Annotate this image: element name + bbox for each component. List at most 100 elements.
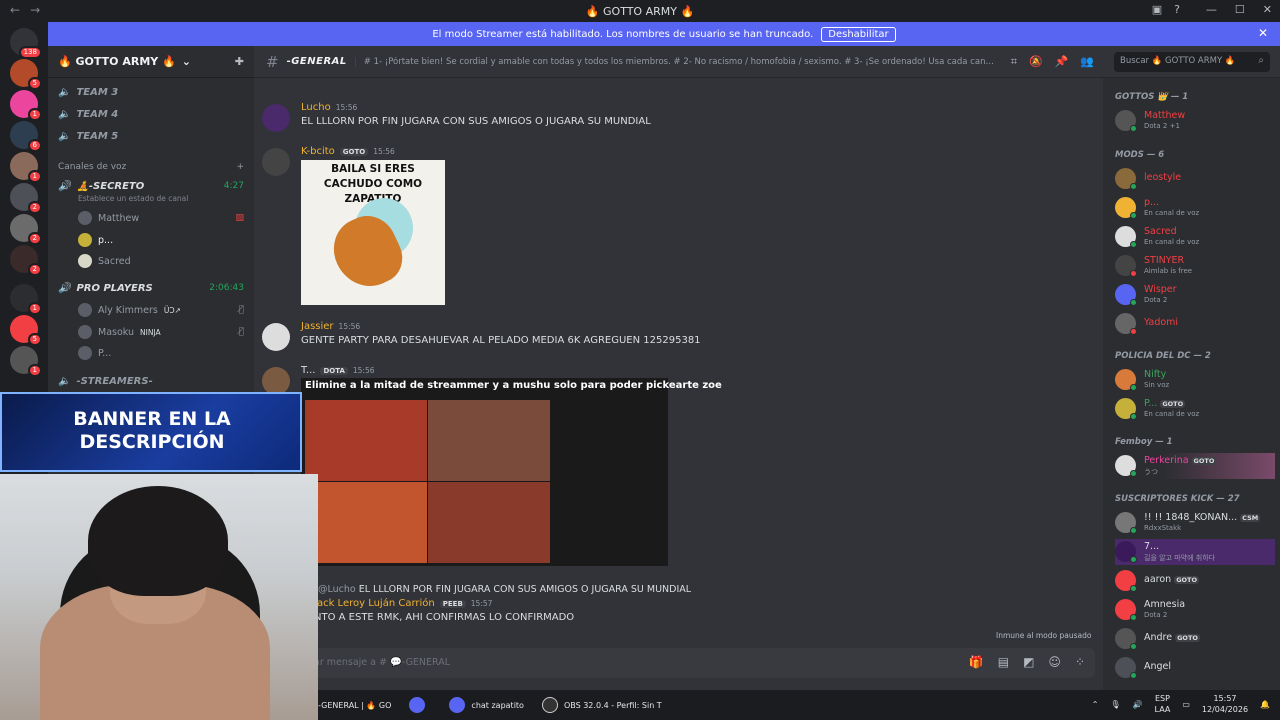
member-item[interactable]: Matthew Dota 2 +1 bbox=[1115, 108, 1275, 134]
message-text: NTO A ESTE RMK, AHI CONFIRMAS LO CONFIRM… bbox=[314, 612, 575, 623]
channel-status-hint[interactable]: Establece un estado de canal bbox=[78, 194, 188, 203]
close-window-button[interactable]: ✕ bbox=[1263, 3, 1272, 16]
voice-user[interactable]: p... bbox=[78, 231, 244, 249]
member-item[interactable]: Sacred En canal de voz bbox=[1115, 224, 1275, 250]
server-icon[interactable]: 1 bbox=[10, 284, 42, 315]
channel-pro-players[interactable]: 🔊 PRO PLAYERS 2:06:43 bbox=[58, 278, 244, 298]
member-item[interactable]: Nifty Sin voz bbox=[1115, 367, 1275, 393]
server-icon[interactable]: 2 bbox=[10, 214, 42, 245]
message-author[interactable]: Lucho bbox=[301, 102, 331, 113]
member-item[interactable]: Yadomi bbox=[1115, 311, 1275, 337]
clock[interactable]: 15:57 12/04/2026 bbox=[1202, 693, 1248, 715]
gift-icon[interactable]: 🎁 bbox=[969, 655, 984, 669]
server-icon[interactable]: 1 bbox=[10, 152, 42, 183]
status-dot bbox=[1130, 212, 1137, 219]
back-arrow-icon[interactable]: ← bbox=[10, 3, 20, 17]
server-icon[interactable]: 5 bbox=[10, 59, 42, 90]
minimize-button[interactable]: — bbox=[1206, 3, 1217, 16]
streamer-mode-message: El modo Streamer está habilitado. Los no… bbox=[432, 28, 814, 40]
avatar[interactable] bbox=[262, 367, 290, 395]
channel-streamers[interactable]: 🔈 -STREAMERS- bbox=[58, 371, 244, 391]
member-item[interactable]: Andre GOTO bbox=[1115, 626, 1275, 652]
message-author[interactable]: T... bbox=[301, 365, 315, 376]
channel-topic[interactable]: # 1- ¡Pórtate bien! Se cordial y amable … bbox=[354, 56, 995, 67]
home-button[interactable]: 138 bbox=[10, 28, 42, 59]
help-icon[interactable]: ? bbox=[1174, 3, 1180, 16]
forward-arrow-icon[interactable]: → bbox=[30, 3, 40, 17]
member-item[interactable]: !! !! 1848_KONAN... CSM RdxxStakk bbox=[1115, 510, 1275, 536]
close-icon[interactable]: ✕ bbox=[1258, 26, 1268, 40]
channel-secreto[interactable]: 🔊 🧘-SECRETO 4:27 bbox=[58, 176, 244, 196]
status-dot bbox=[1130, 470, 1137, 477]
taskbar-item-chat[interactable]: chat zapatito bbox=[449, 697, 524, 713]
pause-note: Inmune al modo pausado bbox=[996, 631, 1092, 640]
server-icon[interactable]: 2 bbox=[10, 245, 42, 276]
taskbar-item-discord[interactable]: -GENERAL | 🔥 GO bbox=[318, 701, 391, 710]
member-item[interactable]: Perkerina GOTO うつ bbox=[1115, 453, 1275, 479]
member-item[interactable]: P... GOTO En canal de voz bbox=[1115, 396, 1275, 422]
member-item[interactable]: 7... 길을 알고 마약에 취하다 bbox=[1115, 539, 1275, 565]
member-status: Dota 2 +1 bbox=[1144, 122, 1180, 130]
taskbar-label: -GENERAL | 🔥 GO bbox=[318, 700, 392, 710]
guild-header[interactable]: 🔥 GOTTO ARMY 🔥 ⌄ ✚ bbox=[48, 46, 254, 78]
voice-user[interactable]: Masoku NINJA 🎙̸ bbox=[78, 323, 244, 341]
image-attachment[interactable]: BAILA SI ERES CACHUDO COMO ZAPATITO bbox=[301, 160, 445, 305]
server-icon[interactable]: 2 bbox=[10, 183, 42, 214]
language-indicator[interactable]: ESP LAA bbox=[1155, 693, 1171, 715]
members-icon[interactable]: 👥 bbox=[1080, 55, 1094, 69]
member-item[interactable]: Wisper Dota 2 bbox=[1115, 282, 1275, 308]
server-icon[interactable]: 1 bbox=[10, 90, 42, 121]
message-author[interactable]: Jack Leroy Luján Carrión bbox=[314, 598, 435, 609]
apps-icon[interactable]: ⁘ bbox=[1075, 655, 1085, 669]
avatar[interactable] bbox=[262, 148, 290, 176]
notifications-icon[interactable]: 🔕 bbox=[1029, 55, 1043, 69]
pin-icon[interactable]: 📌 bbox=[1055, 55, 1069, 69]
message-timestamp: 15:57 bbox=[470, 599, 493, 608]
channel-team5[interactable]: 🔈 TEAM 5 bbox=[58, 126, 244, 146]
search-input[interactable]: Buscar 🔥 GOTTO ARMY 🔥 ⌕ bbox=[1114, 52, 1270, 72]
voice-user[interactable]: Matthew ▨ bbox=[78, 209, 244, 227]
status-dot bbox=[1130, 270, 1137, 277]
message-author[interactable]: Jassier bbox=[301, 321, 334, 332]
avatar[interactable] bbox=[262, 104, 290, 132]
reply-preview[interactable]: @Lucho EL LLLORN POR FIN JUGARA CON SUS … bbox=[318, 584, 691, 595]
message-author[interactable]: K-bcito bbox=[301, 146, 335, 157]
member-item[interactable]: aaron GOTO bbox=[1115, 568, 1275, 594]
meme-attachment[interactable]: Elimine a la mitad de streammer y a mush… bbox=[301, 378, 722, 566]
threads-icon[interactable]: ⌗ bbox=[1011, 55, 1017, 69]
sticker-icon[interactable]: ◩ bbox=[1023, 655, 1034, 669]
channel-team3[interactable]: 🔈 TEAM 3 bbox=[58, 82, 244, 102]
server-badge: 2 bbox=[27, 232, 42, 245]
voice-user[interactable]: Aly Kimmers ÜƆ↗ 🎙̸ bbox=[78, 301, 244, 319]
emoji-icon[interactable]: ☺ bbox=[1048, 655, 1061, 669]
taskbar-item-discord-alt[interactable] bbox=[409, 697, 431, 713]
plus-icon[interactable]: + bbox=[236, 162, 244, 172]
lang-code: ESP bbox=[1154, 694, 1170, 703]
member-item[interactable]: leostyle bbox=[1115, 166, 1275, 192]
voice-user[interactable]: Sacred bbox=[78, 252, 244, 270]
notification-icon[interactable]: 🔔 bbox=[1260, 700, 1270, 709]
channel-team4[interactable]: 🔈 TEAM 4 bbox=[58, 104, 244, 124]
mic-icon[interactable]: 🎙 bbox=[1110, 700, 1120, 709]
chevron-up-icon[interactable]: ⌃ bbox=[1092, 700, 1099, 709]
gif-icon[interactable]: ▤ bbox=[998, 655, 1009, 669]
member-name: p... bbox=[1144, 197, 1160, 208]
member-item[interactable]: STINYER Aimlab is free bbox=[1115, 253, 1275, 279]
message-input[interactable]: ar mensaje a # 💬-GENERAL 🎁 ▤ ◩ ☺ ⁘ bbox=[262, 648, 1095, 678]
voice-category[interactable]: Canales de voz + bbox=[58, 162, 244, 172]
maximize-button[interactable]: ☐ bbox=[1235, 3, 1245, 16]
server-icon[interactable]: 6 bbox=[10, 121, 42, 152]
inbox-icon[interactable]: ▣ bbox=[1152, 3, 1162, 16]
member-item[interactable]: Angel bbox=[1115, 655, 1275, 681]
server-icon[interactable]: 1 bbox=[10, 346, 42, 377]
taskbar-item-obs[interactable]: OBS 32.0.4 - Perfil: Sin T bbox=[541, 697, 662, 713]
server-icon[interactable]: 5 bbox=[10, 315, 42, 346]
disable-streamer-button[interactable]: Deshabilitar bbox=[821, 26, 896, 42]
volume-icon[interactable]: 🔊 bbox=[1133, 700, 1143, 709]
avatar[interactable] bbox=[262, 323, 290, 351]
member-item[interactable]: Amnesia Dota 2 bbox=[1115, 597, 1275, 623]
invite-icon[interactable]: ✚ bbox=[235, 55, 244, 68]
member-item[interactable]: p... En canal de voz bbox=[1115, 195, 1275, 221]
network-icon[interactable]: ▭ bbox=[1182, 700, 1190, 709]
voice-user[interactable]: P... bbox=[78, 344, 244, 362]
